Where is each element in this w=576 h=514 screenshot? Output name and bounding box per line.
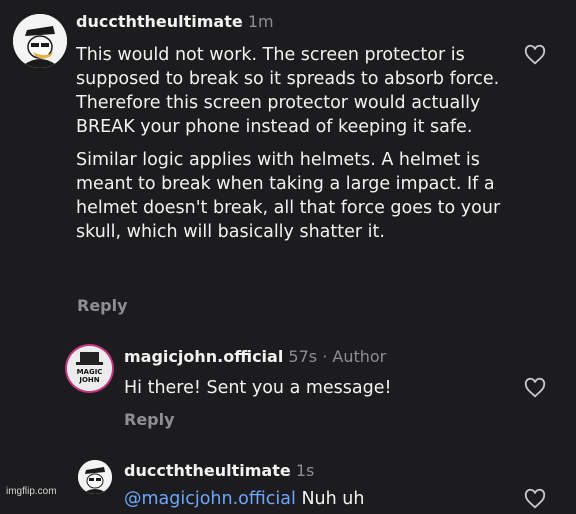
comment-paragraph: This would not work. The screen protecto… [76,45,500,137]
comment-text: Nuh uh [301,489,365,509]
comment-paragraph: Similar logic applies with helmets. A he… [76,150,501,242]
author-badge: Author [332,347,387,366]
like-heart-icon[interactable] [524,44,546,66]
comment-header: magicjohn.official 57s · Author [124,347,387,366]
reply-button[interactable]: Reply [124,410,175,429]
watermark: imgflip.com [6,486,57,497]
avatar[interactable] [78,460,112,494]
user-avatar-icon [78,460,112,494]
magic-john-logo-icon: MAGIC JOHN [67,346,112,391]
avatar[interactable] [13,14,67,68]
reply-button[interactable]: Reply [77,296,128,315]
comment-body: @magicjohn.official Nuh uh [124,487,364,511]
comment-time: 1m [247,12,274,31]
comment-username[interactable]: duccththeultimate [124,461,291,480]
comment-body: This would not work. The screen protecto… [76,43,506,253]
avatar-text: JOHN [78,376,99,384]
comment-username[interactable]: duccththeultimate [76,12,243,31]
user-avatar-icon [13,14,67,68]
comment-header: duccththeultimate 1s [124,461,314,480]
comment-username[interactable]: magicjohn.official [124,347,283,366]
avatar-text: MAGIC [77,368,103,376]
mention-link[interactable]: @magicjohn.official [124,489,296,509]
like-heart-icon[interactable] [524,488,546,510]
avatar[interactable]: MAGIC JOHN [67,346,112,391]
comment-header: duccththeultimate 1m [76,12,274,31]
comment-time: 1s [295,461,315,480]
comment-body: Hi there! Sent you a message! [124,378,392,398]
comment-time: 57s [288,347,318,366]
like-heart-icon[interactable] [524,377,546,399]
